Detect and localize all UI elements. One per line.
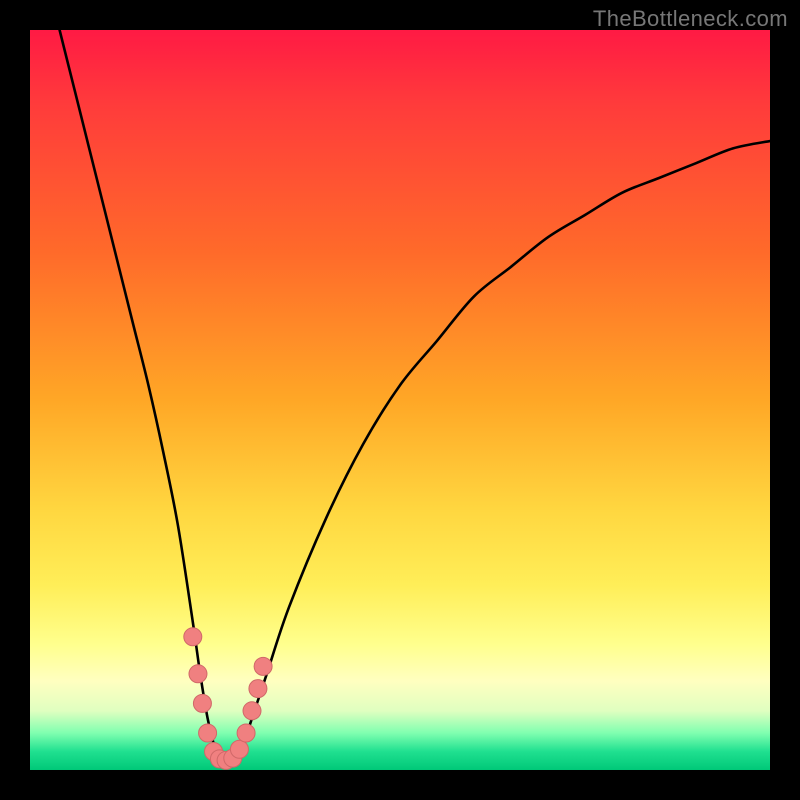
curve-marker bbox=[237, 724, 255, 742]
curve-marker bbox=[189, 665, 207, 683]
curve-marker bbox=[249, 680, 267, 698]
chart-frame: TheBottleneck.com bbox=[0, 0, 800, 800]
curve-marker bbox=[243, 702, 261, 720]
curve-marker bbox=[199, 724, 217, 742]
plot-area bbox=[30, 30, 770, 770]
curve-layer bbox=[30, 30, 770, 770]
curve-marker bbox=[230, 740, 248, 758]
curve-marker bbox=[254, 657, 272, 675]
curve-marker bbox=[184, 628, 202, 646]
curve-marker bbox=[193, 694, 211, 712]
bottleneck-curve bbox=[60, 30, 770, 764]
watermark-label: TheBottleneck.com bbox=[593, 6, 788, 32]
